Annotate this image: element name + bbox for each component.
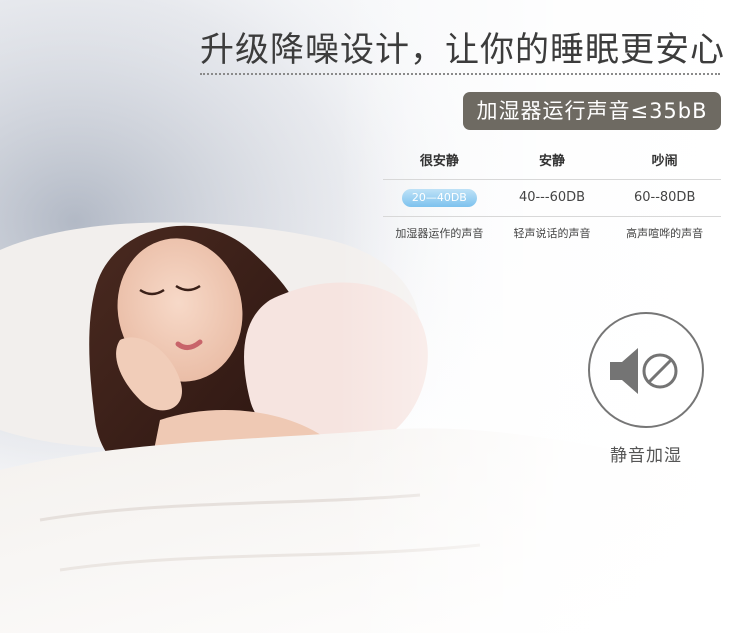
noise-comparison-table: 很安静 安静 吵闹 20—40DB 40---60DB 60--80DB 加湿器…: [383, 145, 721, 251]
table-cell: 60--80DB: [633, 190, 696, 205]
table-cell: 40---60DB: [518, 190, 586, 205]
highlight-pill: 20—40DB: [401, 188, 477, 207]
table-row: 20—40DB 40---60DB 60--80DB: [383, 180, 721, 216]
table-cell: 高声喧哗的声音: [626, 227, 704, 240]
table-header-cell: 很安静: [419, 154, 459, 169]
table-header-row: 很安静 安静 吵闹: [383, 145, 721, 179]
table-cell: 加湿器运作的声音: [395, 227, 484, 240]
speaker-muted-icon: [588, 312, 704, 428]
table-cell: 轻声说话的声音: [513, 227, 591, 240]
dotted-divider: [200, 73, 720, 75]
table-row: 加湿器运作的声音 轻声说话的声音 高声喧哗的声音: [383, 217, 721, 251]
noise-level-badge: 加湿器运行声音≤35bB: [463, 92, 721, 130]
table-cell: 20—40DB: [383, 180, 496, 216]
table-header-cell: 吵闹: [651, 154, 678, 169]
page-headline: 升级降噪设计，让你的睡眠更安心: [200, 30, 725, 70]
mute-label: 静音加湿: [610, 446, 682, 466]
table-header-cell: 安静: [539, 154, 566, 169]
